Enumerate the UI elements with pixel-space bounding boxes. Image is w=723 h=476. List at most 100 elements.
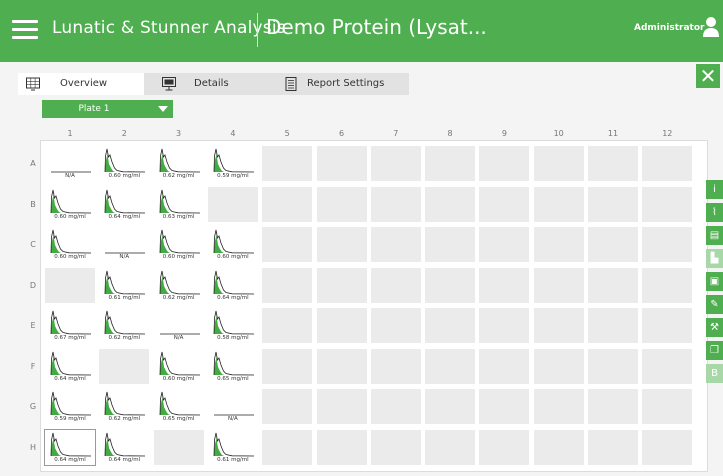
well-empty-d11[interactable]: [588, 267, 638, 303]
well-empty-b12[interactable]: [642, 186, 693, 222]
well-a3[interactable]: 0.62 mg/ml: [153, 146, 204, 181]
info-icon[interactable]: i: [706, 180, 723, 199]
well-h4[interactable]: 0.61 mg/ml: [207, 429, 258, 465]
well-empty-h6[interactable]: [316, 429, 367, 465]
well-f4[interactable]: 0.65 mg/ml: [207, 348, 258, 384]
table-icon[interactable]: ▤: [706, 226, 723, 245]
well-empty-d7[interactable]: [370, 267, 421, 303]
well-empty-c7[interactable]: [370, 227, 421, 262]
plate-select[interactable]: Plate 1: [42, 100, 173, 118]
well-empty-g10[interactable]: [533, 389, 584, 424]
well-empty-d12[interactable]: [642, 267, 693, 303]
well-empty-f10[interactable]: [533, 348, 584, 384]
well-empty-h8[interactable]: [425, 429, 476, 465]
tab-details[interactable]: Details: [144, 73, 279, 95]
well-empty-e10[interactable]: [533, 308, 584, 343]
well-h2[interactable]: 0.64 mg/ml: [99, 429, 150, 465]
well-empty-f6[interactable]: [316, 348, 367, 384]
well-b1[interactable]: 0.60 mg/ml: [45, 186, 95, 222]
well-e1[interactable]: 0.67 mg/ml: [45, 308, 95, 343]
well-b2[interactable]: 0.64 mg/ml: [99, 186, 150, 222]
well-empty-c12[interactable]: [642, 227, 693, 262]
well-g3[interactable]: 0.65 mg/ml: [153, 389, 204, 424]
well-empty-h3[interactable]: [153, 429, 204, 465]
user-name[interactable]: Administrator: [634, 23, 704, 33]
well-empty-e11[interactable]: [588, 308, 638, 343]
monitor-icon[interactable]: ▣: [706, 272, 723, 291]
well-f1[interactable]: 0.64 mg/ml: [45, 348, 95, 384]
well-empty-h7[interactable]: [370, 429, 421, 465]
well-empty-e8[interactable]: [425, 308, 476, 343]
well-empty-c11[interactable]: [588, 227, 638, 262]
well-a4[interactable]: 0.59 mg/ml: [207, 146, 258, 181]
well-empty-c5[interactable]: [262, 227, 313, 262]
pencil-icon[interactable]: ✎: [706, 295, 723, 314]
well-empty-b6[interactable]: [316, 186, 367, 222]
well-empty-b7[interactable]: [370, 186, 421, 222]
well-empty-c8[interactable]: [425, 227, 476, 262]
bar-chart-icon[interactable]: ▙: [706, 249, 723, 268]
well-empty-f5[interactable]: [262, 348, 313, 384]
well-empty-d5[interactable]: [262, 267, 313, 303]
well-empty-g12[interactable]: [642, 389, 693, 424]
well-empty-f8[interactable]: [425, 348, 476, 384]
well-empty-h10[interactable]: [533, 429, 584, 465]
well-empty-a8[interactable]: [425, 146, 476, 181]
well-empty-h11[interactable]: [588, 429, 638, 465]
well-empty-e7[interactable]: [370, 308, 421, 343]
well-d2[interactable]: 0.61 mg/ml: [99, 267, 150, 303]
well-empty-h9[interactable]: [479, 429, 530, 465]
well-empty-f12[interactable]: [642, 348, 693, 384]
well-empty-a11[interactable]: [588, 146, 638, 181]
well-empty-a7[interactable]: [370, 146, 421, 181]
well-c2[interactable]: N/A: [99, 227, 150, 262]
well-c3[interactable]: 0.60 mg/ml: [153, 227, 204, 262]
well-empty-f7[interactable]: [370, 348, 421, 384]
well-empty-c6[interactable]: [316, 227, 367, 262]
well-empty-g6[interactable]: [316, 389, 367, 424]
well-f3[interactable]: 0.60 mg/ml: [153, 348, 204, 384]
well-empty-c10[interactable]: [533, 227, 584, 262]
well-empty-d9[interactable]: [479, 267, 530, 303]
well-e2[interactable]: 0.62 mg/ml: [99, 308, 150, 343]
chart-icon[interactable]: ⌇: [706, 203, 723, 222]
well-empty-g8[interactable]: [425, 389, 476, 424]
well-c1[interactable]: 0.60 mg/ml: [45, 227, 95, 262]
well-e4[interactable]: 0.58 mg/ml: [207, 308, 258, 343]
copy-icon[interactable]: ❐: [706, 341, 723, 360]
well-empty-b10[interactable]: [533, 186, 584, 222]
well-c4[interactable]: 0.60 mg/ml: [207, 227, 258, 262]
wrench-icon[interactable]: ⚒: [706, 318, 723, 337]
well-g4[interactable]: N/A: [207, 389, 258, 424]
well-empty-d6[interactable]: [316, 267, 367, 303]
well-a2[interactable]: 0.60 mg/ml: [99, 146, 150, 181]
well-empty-g7[interactable]: [370, 389, 421, 424]
well-empty-d10[interactable]: [533, 267, 584, 303]
well-empty-c9[interactable]: [479, 227, 530, 262]
well-d4[interactable]: 0.64 mg/ml: [207, 267, 258, 303]
hamburger-menu-icon[interactable]: [12, 20, 38, 40]
well-empty-b4[interactable]: [207, 186, 258, 222]
well-a1[interactable]: N/A: [45, 146, 95, 181]
well-d3[interactable]: 0.62 mg/ml: [153, 267, 204, 303]
well-empty-a9[interactable]: [479, 146, 530, 181]
tab-overview[interactable]: Overview: [18, 73, 144, 95]
well-empty-a6[interactable]: [316, 146, 367, 181]
well-empty-b9[interactable]: [479, 186, 530, 222]
well-empty-d8[interactable]: [425, 267, 476, 303]
tab-report-settings[interactable]: Report Settings: [279, 73, 409, 95]
well-empty-f9[interactable]: [479, 348, 530, 384]
well-empty-e9[interactable]: [479, 308, 530, 343]
well-empty-h5[interactable]: [262, 429, 313, 465]
well-empty-g5[interactable]: [262, 389, 313, 424]
well-empty-f2[interactable]: [99, 348, 150, 384]
well-empty-h12[interactable]: [642, 429, 693, 465]
well-b3[interactable]: 0.63 mg/ml: [153, 186, 204, 222]
well-empty-e6[interactable]: [316, 308, 367, 343]
well-empty-a5[interactable]: [262, 146, 313, 181]
well-empty-e5[interactable]: [262, 308, 313, 343]
well-empty-a12[interactable]: [642, 146, 693, 181]
well-e3[interactable]: N/A: [153, 308, 204, 343]
well-empty-a10[interactable]: [533, 146, 584, 181]
well-empty-g9[interactable]: [479, 389, 530, 424]
